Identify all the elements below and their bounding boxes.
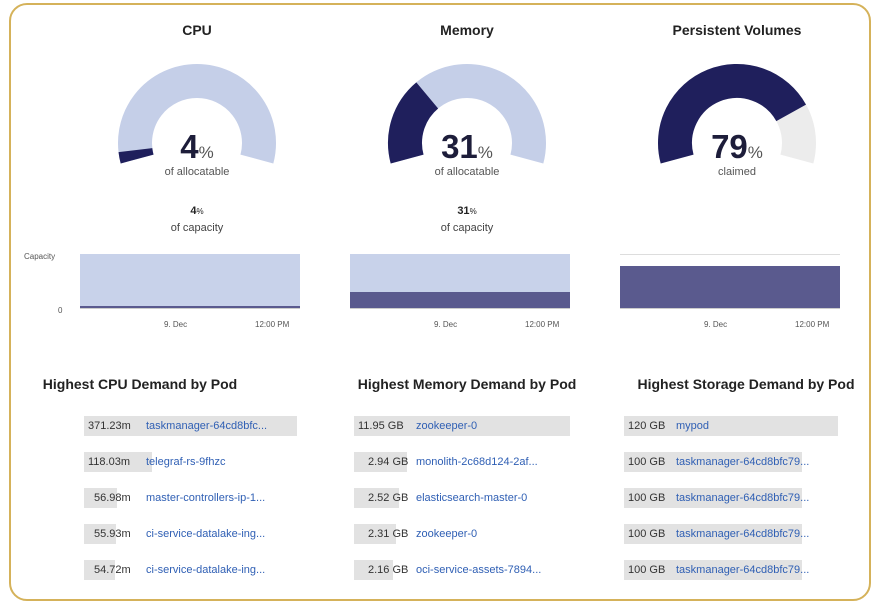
cpu-gauge-value: 4% [180,128,214,165]
pod-link[interactable]: ci-service-datalake-ing... [146,528,265,540]
list-item[interactable]: 371.23m taskmanager-64cd8bfc... [84,416,314,436]
list-item[interactable]: 100 GB taskmanager-64cd8bfc79... [624,560,854,580]
volumes-panel: Persistent Volumes 79% claimed 9. Dec 12… [602,0,872,587]
pod-link[interactable]: elasticsearch-master-0 [416,492,527,504]
memory-xtick-time: 12:00 PM [525,320,560,329]
memory-gauge-value: 31% [441,128,493,165]
pod-link[interactable]: monolith-2c68d124-2af... [416,456,538,468]
pod-link[interactable]: telegraf-rs-9fhzc [146,456,225,468]
volumes-gauge-subtitle: claimed [718,166,756,178]
volumes-xtick-time: 12:00 PM [795,320,830,329]
pod-link[interactable]: ci-service-datalake-ing... [146,564,265,576]
list-item[interactable]: 100 GB taskmanager-64cd8bfc79... [624,488,854,508]
pod-link[interactable]: taskmanager-64cd8bfc79... [676,492,809,504]
pod-link[interactable]: oci-service-assets-7894... [416,564,541,576]
memory-title: Memory [440,22,494,38]
pod-link[interactable]: taskmanager-64cd8bfc... [146,420,267,432]
volumes-chart-top-line [620,254,840,255]
volumes-list-title: Highest Storage Demand by Pod [637,376,855,392]
list-item[interactable]: 100 GB taskmanager-64cd8bfc79... [624,524,854,544]
cpu-panel: CPU 4% of allocatable 4% of capacity Cap… [24,0,332,587]
pod-link[interactable]: taskmanager-64cd8bfc79... [676,564,809,576]
cpu-chart-capacity-area [80,254,300,308]
list-item[interactable]: 2.52 GB elasticsearch-master-0 [354,488,584,508]
list-item[interactable]: 56.98m master-controllers-ip-1... [84,488,314,508]
pod-link[interactable]: taskmanager-64cd8bfc79... [676,528,809,540]
cpu-xtick-date: 9. Dec [164,320,188,329]
list-item[interactable]: 120 GB mypod [624,416,854,436]
volumes-gauge-value: 79% [711,128,763,165]
list-item[interactable]: 2.16 GB oci-service-assets-7894... [354,560,584,580]
cpu-capacity-value: 4% [190,205,204,217]
memory-capacity-subtitle: of capacity [440,222,494,234]
memory-xtick-date: 9. Dec [434,320,458,329]
cpu-title: CPU [182,22,212,38]
memory-chart-usage-area [350,292,570,308]
pod-link[interactable]: master-controllers-ip-1... [146,492,265,504]
list-item[interactable]: 118.03m telegraf-rs-9fhzc [84,452,314,472]
cpu-chart-axis [80,308,300,309]
pod-link[interactable]: mypod [676,420,709,432]
memory-list-title: Highest Memory Demand by Pod [357,376,577,392]
cpu-xtick-time: 12:00 PM [255,320,290,329]
zero-axis-label: 0 [58,306,63,315]
volumes-chart-axis [620,308,840,309]
list-item[interactable]: 55.93m ci-service-datalake-ing... [84,524,314,544]
volumes-chart-usage-area [620,266,840,308]
cpu-list-title: Highest CPU Demand by Pod [42,376,238,392]
list-item[interactable]: 54.72m ci-service-datalake-ing... [84,560,314,580]
list-item[interactable]: 2.94 GB monolith-2c68d124-2af... [354,452,584,472]
memory-panel: Memory 31% of allocatable 31% of capacit… [332,0,602,587]
list-item[interactable]: 2.31 GB zookeeper-0 [354,524,584,544]
memory-chart-axis [350,308,570,309]
cpu-gauge-subtitle: of allocatable [164,166,230,178]
list-item[interactable]: 11.95 GB zookeeper-0 [354,416,584,436]
cpu-capacity-subtitle: of capacity [170,222,224,234]
pod-link[interactable]: zookeeper-0 [416,420,477,432]
volumes-title: Persistent Volumes [672,22,802,38]
volumes-xtick-date: 9. Dec [704,320,728,329]
list-item[interactable]: 100 GB taskmanager-64cd8bfc79... [624,452,854,472]
memory-capacity-value: 31% [457,205,477,217]
capacity-axis-label: Capacity [24,252,56,261]
pod-link[interactable]: zookeeper-0 [416,528,477,540]
pod-link[interactable]: taskmanager-64cd8bfc79... [676,456,809,468]
memory-gauge-subtitle: of allocatable [434,166,500,178]
